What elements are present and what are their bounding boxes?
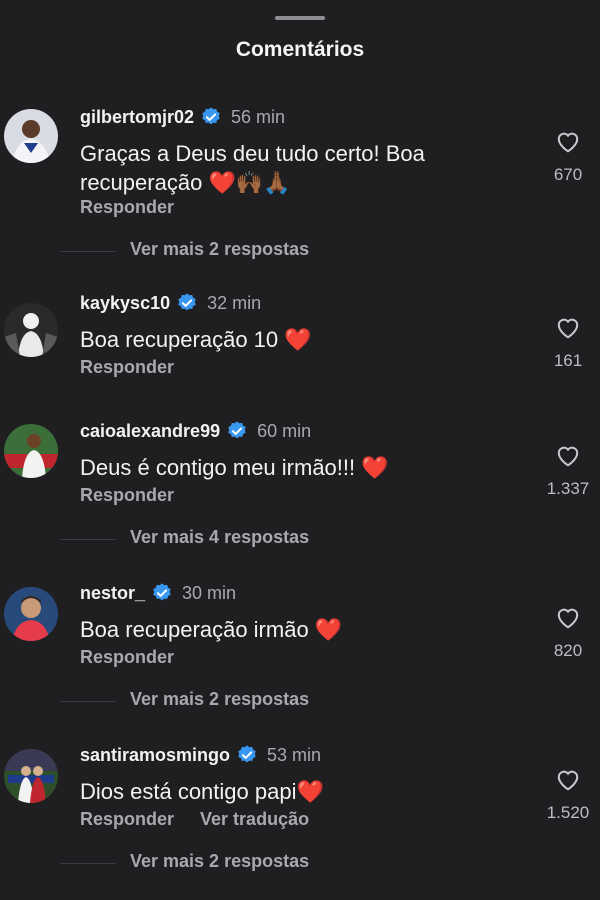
comment-text: Boa recuperação 10 ❤️ <box>80 327 312 352</box>
username[interactable]: caioalexandre99 <box>80 421 220 442</box>
heart-outline-icon <box>557 608 579 629</box>
avatar[interactable] <box>4 109 58 163</box>
like-count: 161 <box>553 351 583 370</box>
timestamp: 56 min <box>231 106 286 127</box>
view-more-replies[interactable]: Ver mais 2 respostas <box>0 851 600 875</box>
like-button[interactable]: 161 <box>536 315 600 371</box>
username[interactable]: gilbertomjr02 <box>80 107 194 128</box>
reply-button[interactable]: Responder <box>80 197 174 218</box>
username[interactable]: kaykysc10 <box>80 293 170 314</box>
timestamp: 30 min <box>182 582 237 603</box>
heart-outline-icon <box>557 446 579 467</box>
comment-text: Graças a Deus deu tudo certo! Boa recupe… <box>80 141 425 195</box>
like-button[interactable]: 670 <box>536 129 600 185</box>
timestamp: 53 min <box>267 744 322 765</box>
like-button[interactable]: 1.337 <box>536 443 600 499</box>
avatar[interactable] <box>4 587 58 641</box>
emoji: ❤️ <box>296 779 324 804</box>
page-title: Comentários <box>235 38 365 61</box>
avatar[interactable] <box>4 303 58 357</box>
avatar[interactable] <box>4 424 58 478</box>
verified-badge-icon <box>176 292 198 314</box>
drag-handle[interactable] <box>275 16 325 20</box>
reply-button[interactable]: Responder <box>80 485 174 506</box>
comment-text: Dios está contigo papi❤️ <box>80 779 324 804</box>
avatar[interactable] <box>4 749 58 803</box>
username[interactable]: santiramosmingo <box>80 745 230 766</box>
view-more-replies[interactable]: Ver mais 2 respostas <box>0 239 600 263</box>
reply-button[interactable]: Responder <box>80 357 174 378</box>
like-count: 670 <box>553 165 583 184</box>
timestamp: 60 min <box>257 420 312 441</box>
comment-text: Boa recuperação irmão ❤️ <box>80 617 343 642</box>
like-count: 1.520 <box>546 803 590 822</box>
divider <box>60 701 116 702</box>
heart-outline-icon <box>557 770 579 791</box>
verified-badge-icon <box>226 420 248 442</box>
like-button[interactable]: 820 <box>536 605 600 661</box>
like-count: 1.337 <box>546 479 590 498</box>
like-button[interactable]: 1.520 <box>536 767 600 823</box>
username[interactable]: nestor_ <box>80 583 145 604</box>
emoji: ❤️ <box>314 617 343 642</box>
verified-badge-icon <box>151 582 173 604</box>
divider <box>60 251 116 252</box>
view-more-replies[interactable]: Ver mais 2 respostas <box>0 689 600 713</box>
heart-outline-icon <box>557 318 579 339</box>
verified-badge-icon <box>236 744 258 766</box>
emoji: ❤️ <box>361 455 389 480</box>
reply-button[interactable]: Responder <box>80 647 174 668</box>
divider <box>60 539 116 540</box>
divider <box>60 863 116 864</box>
heart-outline-icon <box>557 132 579 153</box>
verified-badge-icon <box>200 106 222 128</box>
like-count: 820 <box>553 641 583 660</box>
emoji: ❤️🙌🏾🙏🏾 <box>208 170 291 195</box>
timestamp: 32 min <box>207 292 262 313</box>
view-more-replies[interactable]: Ver mais 4 respostas <box>0 527 600 551</box>
translate-button[interactable]: Ver tradução <box>200 809 309 830</box>
emoji: ❤️ <box>284 327 312 352</box>
comment-text: Deus é contigo meu irmão!!! ❤️ <box>80 455 389 480</box>
reply-button[interactable]: Responder <box>80 809 174 830</box>
